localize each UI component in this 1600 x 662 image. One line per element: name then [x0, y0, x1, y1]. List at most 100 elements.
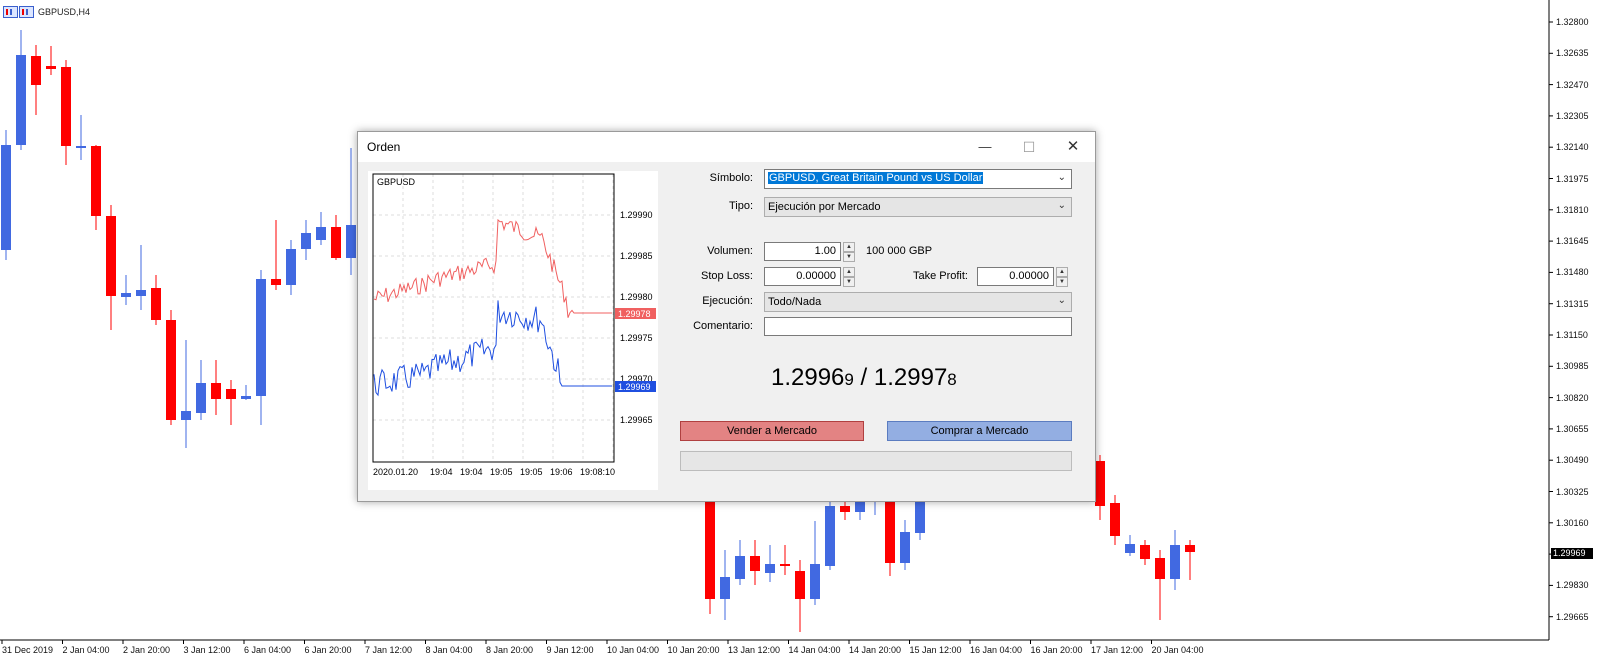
candle-body — [196, 383, 206, 413]
quote-separator: / — [853, 364, 874, 391]
time-axis-label: 6 Jan 20:00 — [304, 645, 352, 655]
candle-body — [1155, 558, 1165, 579]
candle-body — [1095, 461, 1105, 506]
price-axis-label: 1.31315 — [1556, 298, 1589, 309]
take-profit-stepper[interactable]: ▲ ▼ — [1056, 267, 1068, 287]
tick-chart-time-label: 19:05 — [520, 467, 543, 477]
price-axis-label: 1.30985 — [1556, 361, 1589, 372]
time-axis-label: 14 Jan 04:00 — [788, 645, 841, 655]
symbol-timeframe-label: GBPUSD,H4 — [38, 6, 91, 17]
up-arrow-icon[interactable]: ▲ — [1056, 267, 1068, 277]
price-axis-label: 1.30655 — [1556, 423, 1589, 434]
candle-body — [780, 564, 790, 566]
tick-chart: GBPUSD 1.29990 1.29985 1.29980 1.29975 1.299… — [368, 171, 658, 490]
execution-select[interactable]: Todo/Nada ⌄ — [764, 292, 1072, 312]
maximize-button[interactable]: ☐ — [1007, 132, 1051, 162]
candle-body — [316, 227, 326, 240]
dialog-title: Orden — [367, 140, 401, 154]
candle-body — [121, 293, 131, 297]
order-dialog[interactable]: Orden — ☐ ✕ GBPUSD 1.29990 1.29985 1.29980… — [357, 131, 1096, 502]
candle-body — [1110, 503, 1120, 536]
price-axis-label: 1.31150 — [1556, 330, 1588, 340]
price-axis-ticks — [1549, 21, 1553, 618]
candle-body — [1140, 545, 1150, 559]
candle-body — [166, 320, 176, 420]
time-axis-label: 14 Jan 20:00 — [849, 645, 902, 655]
time-axis-label: 31 Dec 2019 — [2, 645, 54, 655]
symbol-select[interactable]: GBPUSD, Great Britain Pound vs US Dollar… — [764, 169, 1072, 189]
type-label: Tipo: — [728, 200, 753, 212]
close-button[interactable]: ✕ — [1051, 132, 1095, 162]
time-axis-label: 20 Jan 04:00 — [1151, 645, 1204, 655]
volume-input[interactable]: 1.00 — [764, 242, 841, 261]
candle-body — [136, 290, 146, 296]
time-axis-label: 17 Jan 12:00 — [1091, 645, 1144, 655]
comment-label: Comentario: — [693, 320, 753, 332]
chart-title: GBPUSD,H4 — [3, 5, 90, 18]
price-axis-label: 1.32470 — [1556, 79, 1589, 90]
ask-quote: 1.2997 — [873, 364, 948, 391]
tick-chart-time-label: 19:04 — [460, 467, 483, 477]
candle-body — [1, 145, 11, 250]
price-axis-label: 1.29665 — [1556, 611, 1589, 622]
tick-chart-price-label: 1.29990 — [620, 210, 653, 220]
time-axis-label: 3 Jan 12:00 — [183, 645, 231, 655]
comment-input[interactable] — [764, 317, 1072, 336]
take-profit-input[interactable]: 0.00000 — [977, 267, 1054, 286]
time-axis-label: 8 Jan 04:00 — [425, 645, 473, 655]
bid-quote-pip: 9 — [844, 370, 854, 389]
price-axis-label: 1.31975 — [1556, 173, 1589, 184]
buy-market-button[interactable]: Comprar a Mercado — [887, 421, 1072, 441]
type-select[interactable]: Ejecución por Mercado ⌄ — [764, 197, 1072, 217]
candle-body — [16, 55, 26, 145]
time-axis-label: 8 Jan 20:00 — [486, 645, 534, 655]
price-axis-label: 1.32635 — [1556, 48, 1589, 59]
volume-units: 100 000 GBP — [866, 245, 933, 257]
candle-body — [825, 506, 835, 566]
up-arrow-icon[interactable]: ▲ — [843, 242, 855, 252]
sell-market-button[interactable]: Vender a Mercado — [680, 421, 864, 441]
down-arrow-icon[interactable]: ▼ — [1056, 277, 1068, 287]
candle-body — [181, 411, 191, 420]
down-arrow-icon[interactable]: ▼ — [843, 277, 855, 287]
candle-body — [346, 225, 356, 258]
price-axis-label: 1.32800 — [1556, 17, 1589, 27]
time-axis-label: 16 Jan 04:00 — [970, 645, 1023, 655]
price-axis-label: 1.30820 — [1556, 392, 1589, 403]
candle-body — [810, 564, 820, 599]
candle-body — [241, 396, 251, 399]
tick-chart-price-label: 1.29985 — [620, 251, 653, 261]
minimize-button[interactable]: — — [963, 132, 1007, 162]
price-axis-label: 1.30490 — [1556, 455, 1589, 466]
up-arrow-icon[interactable]: ▲ — [843, 267, 855, 277]
stop-loss-input[interactable]: 0.00000 — [764, 267, 841, 286]
symbol-label: Símbolo: — [709, 172, 753, 184]
stop-loss-stepper[interactable]: ▲ ▼ — [843, 267, 855, 287]
price-axis-label: 1.30160 — [1556, 517, 1589, 528]
candle-body — [256, 279, 266, 396]
candle-body — [271, 279, 281, 285]
volume-stepper[interactable]: ▲ ▼ — [843, 242, 855, 262]
dialog-titlebar[interactable]: Orden — ☐ ✕ — [358, 132, 1095, 162]
type-select-value: Ejecución por Mercado — [768, 201, 881, 213]
time-axis-label: 6 Jan 04:00 — [244, 645, 292, 655]
bid-quote: 1.2996 — [771, 364, 845, 391]
execution-select-value: Todo/Nada — [768, 296, 822, 308]
bid-price-tag: 1.29969 — [618, 382, 651, 392]
tick-chart-time-label: 19:05 — [490, 467, 513, 477]
time-axis-ticks — [1, 640, 1152, 644]
symbol-select-value: GBPUSD, Great Britain Pound vs US Dollar — [768, 172, 984, 184]
stop-loss-label: Stop Loss: — [701, 270, 753, 282]
candle-body — [885, 496, 895, 563]
candle-body — [765, 564, 775, 573]
price-axis-label: 1.32140 — [1556, 142, 1589, 153]
chart-window-icon — [3, 5, 18, 18]
candle-body — [720, 577, 730, 599]
candle-body — [331, 227, 341, 258]
candle-body — [76, 146, 86, 148]
tick-chart-time-label: 19:06 — [550, 467, 573, 477]
down-arrow-icon[interactable]: ▼ — [843, 252, 855, 262]
candle-body — [286, 249, 296, 285]
current-price-tag: 1.29969 — [1551, 548, 1593, 559]
candle-body — [705, 490, 715, 599]
